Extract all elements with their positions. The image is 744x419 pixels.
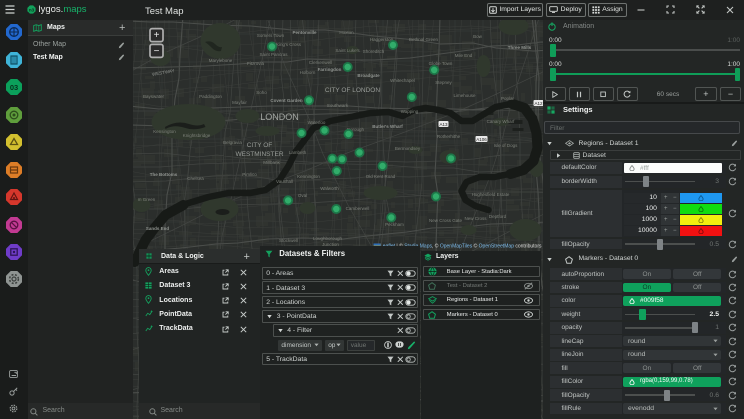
svg-text:Walworth: Walworth — [320, 186, 339, 191]
svg-text:King's Cross: King's Cross — [275, 42, 301, 47]
svg-text:Broadgate: Broadgate — [357, 73, 380, 78]
svg-text:A12: A12 — [534, 101, 543, 106]
svg-text:Hughesfield Estate: Hughesfield Estate — [471, 192, 509, 197]
svg-text:Fitzrovia: Fitzrovia — [246, 61, 263, 66]
svg-text:Bow: Bow — [473, 34, 483, 39]
svg-text:Waterloo: Waterloo — [307, 120, 325, 125]
svg-text:Covent Garden: Covent Garden — [270, 98, 303, 103]
svg-text:Saint Luke's: Saint Luke's — [335, 48, 360, 53]
svg-text:Shoreditch: Shoreditch — [362, 49, 384, 54]
svg-text:LONDON: LONDON — [260, 112, 299, 122]
svg-text:Chelsea: Chelsea — [187, 176, 204, 181]
svg-text:Wapping: Wapping — [400, 109, 418, 114]
svg-text:Vauxhall: Vauxhall — [276, 179, 293, 184]
svg-text:n3: n3 — [29, 7, 35, 12]
svg-text:Camberwell: Camberwell — [345, 206, 369, 211]
svg-text:Peckham: Peckham — [385, 222, 404, 227]
svg-text:New Cross Gate: New Cross Gate — [428, 218, 462, 223]
svg-text:Lambeth: Lambeth — [288, 150, 306, 155]
svg-text:Somers Town: Somers Town — [256, 33, 284, 38]
svg-text:Isle of Dogs: Isle of Dogs — [493, 143, 518, 148]
svg-text:Millbank: Millbank — [263, 160, 280, 165]
svg-text:Clerkenwell: Clerkenwell — [308, 60, 331, 65]
svg-text:+: + — [153, 30, 159, 41]
svg-text:Deptford: Deptford — [488, 214, 506, 219]
svg-text:03: 03 — [9, 83, 17, 92]
svg-text:Sands End: Sands End — [145, 226, 169, 231]
svg-text:Bethnal Green: Bethnal Green — [408, 37, 438, 42]
svg-text:Belgravia: Belgravia — [223, 140, 242, 145]
svg-text:Rotherhithe: Rotherhithe — [436, 134, 460, 139]
svg-text:Three Mills: Three Mills — [507, 45, 531, 50]
svg-text:Whitechapel: Whitechapel — [390, 78, 415, 83]
svg-text:WESTMINSTER: WESTMINSTER — [235, 151, 283, 158]
svg-text:Soho: Soho — [256, 90, 267, 95]
svg-text:Pentonville: Pentonville — [292, 30, 317, 35]
svg-text:Kensington: Kensington — [153, 129, 176, 134]
svg-text:Southwark: Southwark — [326, 103, 348, 108]
svg-text:Mayfair: Mayfair — [232, 100, 247, 105]
svg-text:Pimlico: Pimlico — [242, 172, 257, 177]
svg-text:Kennington: Kennington — [297, 174, 320, 179]
svg-text:Farringdon: Farringdon — [317, 67, 341, 72]
svg-text:−: − — [153, 46, 159, 57]
svg-text:Knightsbridge: Knightsbridge — [182, 133, 210, 138]
svg-text:Globe Town: Globe Town — [428, 61, 452, 66]
svg-text:Loughborough: Loughborough — [312, 236, 342, 241]
svg-text:Butler's Wharf: Butler's Wharf — [372, 124, 403, 129]
svg-text:Old Kent Road: Old Kent Road — [365, 174, 395, 179]
svg-text:Saint Pancras: Saint Pancras — [259, 52, 288, 57]
svg-text:Oval: Oval — [297, 193, 306, 198]
svg-text:m Green: m Green — [137, 197, 155, 202]
svg-text:Bermondsey: Bermondsey — [394, 146, 420, 151]
svg-text:A13: A13 — [439, 122, 448, 127]
svg-text:CITY OF: CITY OF — [246, 142, 272, 149]
svg-text:Stepney: Stepney — [435, 80, 452, 85]
svg-text:The Bottoms: The Bottoms — [149, 172, 177, 177]
svg-text:New Cross: New Cross — [464, 216, 487, 221]
svg-text:Limehouse: Limehouse — [453, 93, 476, 98]
svg-text:Hoxton: Hoxton — [339, 30, 354, 35]
svg-text:Holborn: Holborn — [299, 70, 315, 75]
svg-text:CITY OF LONDON: CITY OF LONDON — [324, 87, 379, 94]
svg-text:Marylebone: Marylebone — [208, 58, 232, 63]
svg-text:Stockwell: Stockwell — [278, 238, 297, 243]
svg-text:A106: A106 — [476, 137, 487, 142]
svg-text:Bayswater: Bayswater — [142, 94, 164, 99]
svg-text:Mile End: Mile End — [454, 53, 472, 58]
svg-text:Canary Wharf: Canary Wharf — [486, 119, 515, 124]
svg-text:Paddington: Paddington — [199, 94, 222, 99]
svg-text:Poplar: Poplar — [500, 96, 514, 101]
